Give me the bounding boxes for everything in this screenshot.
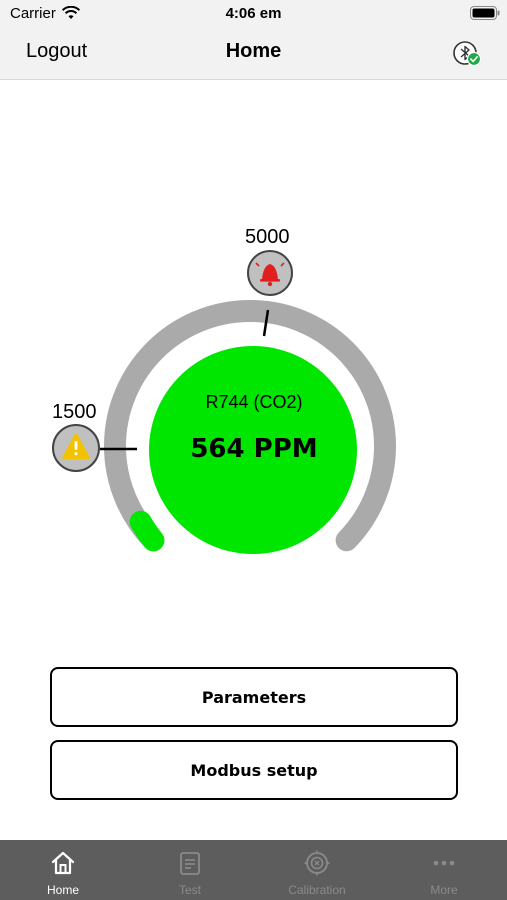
gas-type-label: R744 (CO2) xyxy=(205,392,303,412)
tab-home[interactable]: Home xyxy=(0,840,126,900)
target-icon xyxy=(304,850,330,876)
alarm-threshold-value: 5000 xyxy=(245,226,290,248)
gauge-level-arc xyxy=(129,510,165,552)
warning-threshold-marker xyxy=(52,424,100,472)
clock: 4:06 em xyxy=(225,5,282,22)
tab-home-label: Home xyxy=(46,883,79,897)
alarm-threshold-marker xyxy=(247,250,293,296)
home-icon xyxy=(51,851,75,875)
parameters-button[interactable]: Parameters xyxy=(50,667,458,727)
tab-bar: Home Test Calibration More xyxy=(0,840,507,900)
tab-test[interactable]: Test xyxy=(127,840,253,900)
tab-more[interactable]: More xyxy=(381,840,507,900)
gas-reading-value: 564 PPM xyxy=(190,434,318,464)
clipboard-icon xyxy=(180,852,200,875)
logout-button[interactable]: Logout xyxy=(26,40,87,63)
tab-more-label: More xyxy=(430,883,458,897)
navigation-bar: Logout Home xyxy=(0,30,507,80)
status-bar: Carrier 4:06 em xyxy=(0,0,507,30)
more-dots-icon xyxy=(433,860,455,866)
modbus-setup-button[interactable]: Modbus setup xyxy=(50,740,458,800)
battery-icon xyxy=(470,6,500,20)
tab-calibration-label: Calibration xyxy=(288,883,346,897)
tab-test-label: Test xyxy=(178,883,201,897)
gas-gauge: 5000 1500 R744 (CO2) 564 PPM xyxy=(0,80,507,640)
gauge-graphic xyxy=(52,250,396,554)
tab-calibration[interactable]: Calibration xyxy=(254,840,380,900)
bluetooth-connected-icon[interactable] xyxy=(452,40,484,68)
warning-threshold-value: 1500 xyxy=(52,401,97,423)
